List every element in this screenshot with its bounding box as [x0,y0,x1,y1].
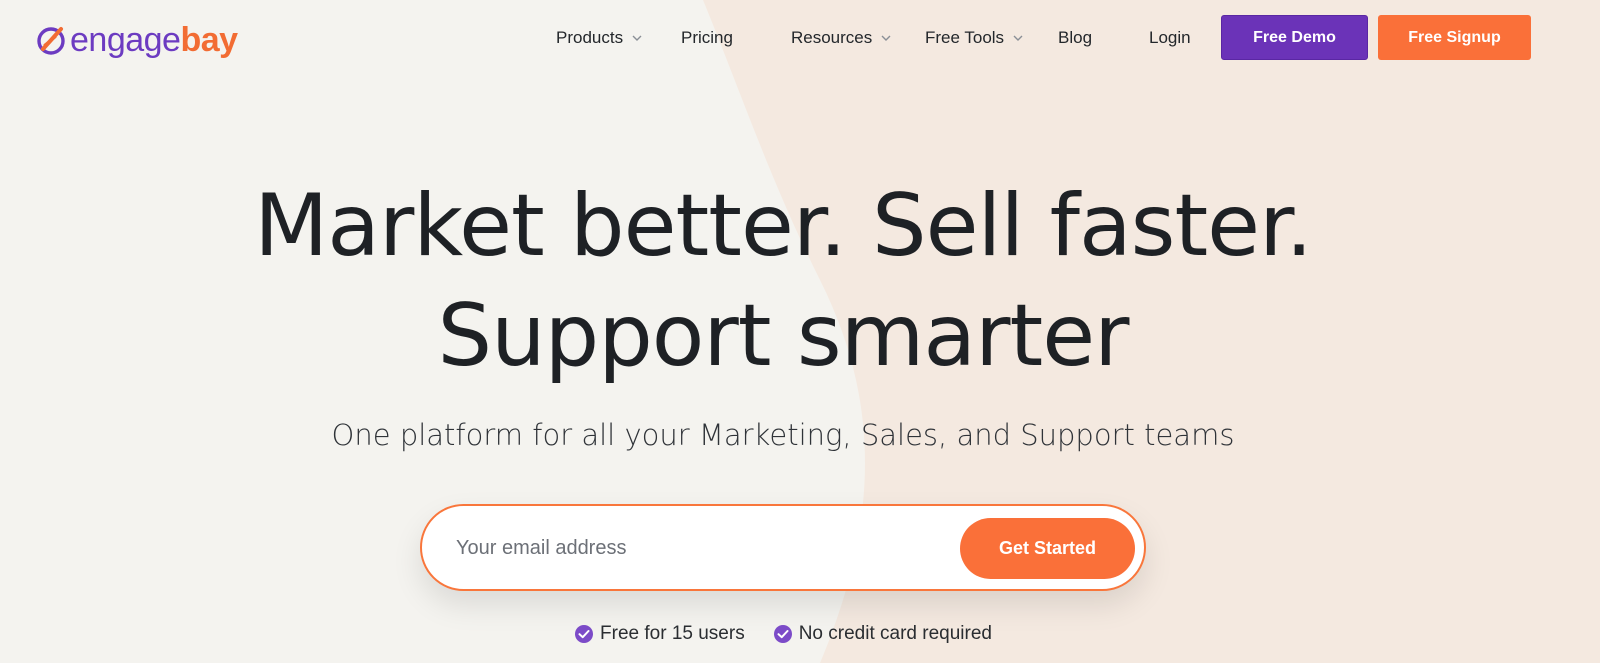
chevron-down-icon [881,35,891,41]
nav-login[interactable]: Login [1149,24,1191,52]
nav-free-tools-label: Free Tools [925,28,1005,47]
hero-headline-line1: Market better. Sell faster. [254,176,1313,276]
nav-pricing[interactable]: Pricing [681,24,733,52]
nav-products-label: Products [556,28,624,47]
email-signup-form: Get Started [420,504,1146,591]
chevron-down-icon [1013,35,1023,41]
nav-login-label: Login [1149,28,1191,47]
benefit-item: Free for 15 users [574,623,745,645]
nav-resources[interactable]: Resources [791,24,892,52]
hero-subtitle: One platform for all your Marketing, Sal… [331,418,1235,452]
nav-pricing-label: Pricing [681,28,733,47]
nav-resources-label: Resources [791,28,873,47]
nav-blog-label: Blog [1058,28,1093,47]
chevron-down-icon [632,35,642,41]
free-demo-button[interactable]: Free Demo [1221,15,1368,60]
nav-products[interactable]: Products [556,24,643,52]
check-circle-icon [773,625,792,643]
benefit-text: No credit card required [798,623,992,644]
nav-free-tools[interactable]: Free Tools [925,24,1024,52]
free-signup-button[interactable]: Free Signup [1378,15,1531,60]
hero-headline-line2: Support smarter [437,286,1130,386]
check-circle-icon [575,625,594,643]
email-input[interactable] [456,526,956,570]
logo-text-engage: engage [70,21,181,59]
get-started-button[interactable]: Get Started [960,518,1135,579]
logo-text-bay: bay [180,21,238,59]
logo-text: engagebay [70,23,238,57]
benefit-text: Free for 15 users [600,623,745,644]
engagebay-logo[interactable]: engagebay [35,20,238,60]
benefits-list: Free for 15 users No credit card require… [0,620,1566,648]
site-header: engagebay Products Pricing Resources Fre… [0,0,1600,76]
logo-mark-icon [37,27,65,55]
nav-blog[interactable]: Blog [1058,24,1092,52]
benefit-item: No credit card required [773,623,992,645]
